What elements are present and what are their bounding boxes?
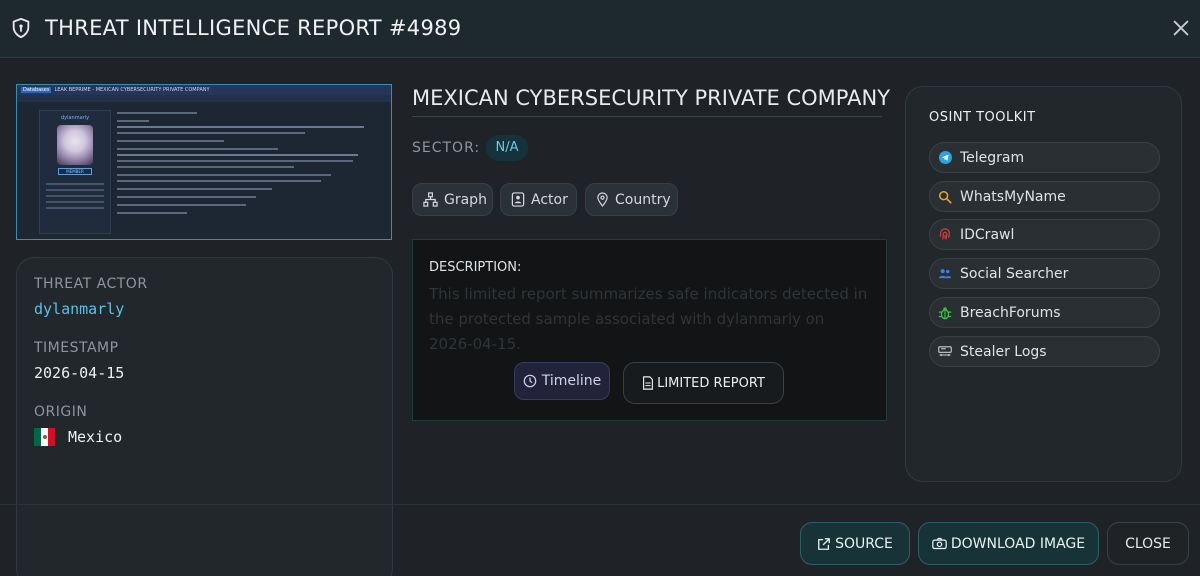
- tool-stealer-logs[interactable]: Stealer Logs: [929, 336, 1160, 367]
- download-image-label: DOWNLOAD IMAGE: [950, 535, 1086, 552]
- graph-label: Graph: [444, 191, 487, 208]
- graph-button[interactable]: Graph: [412, 183, 493, 216]
- forum-title-bar: Databases LEAK BEPRIME - MEXICAN CYBERSE…: [17, 85, 391, 95]
- forum-post-text: [117, 108, 385, 239]
- close-button[interactable]: CLOSE: [1107, 522, 1189, 565]
- forum-user-stats: [40, 175, 110, 217]
- close-label: CLOSE: [1125, 535, 1171, 552]
- telegram-icon: [938, 151, 952, 165]
- origin-label: ORIGIN: [34, 404, 88, 420]
- timeline-label: Timeline: [541, 373, 602, 389]
- camera-icon: [932, 537, 947, 550]
- country-button[interactable]: Country: [585, 183, 678, 216]
- document-icon: [643, 376, 654, 390]
- modal-header: THREAT INTELLIGENCE REPORT #4989: [0, 0, 1200, 58]
- country-label: Country: [615, 191, 671, 208]
- limited-report-button[interactable]: LIMITED REPORT: [623, 362, 784, 404]
- actor-icon: [511, 192, 525, 207]
- close-icon[interactable]: [1170, 17, 1192, 39]
- osint-toolkit-title: OSINT TOOLKIT: [929, 110, 1036, 125]
- actor-button[interactable]: Actor: [500, 183, 577, 216]
- tool-label: Social Searcher: [960, 265, 1069, 282]
- bug-icon: [938, 306, 952, 320]
- sector-label: SECTOR:: [412, 140, 481, 156]
- tool-label: Telegram: [960, 149, 1025, 166]
- external-link-icon: [818, 537, 830, 550]
- tool-idcrawl[interactable]: IDCrawl: [929, 219, 1160, 250]
- tool-label: BreachForums: [960, 304, 1061, 321]
- terminal-icon: [938, 345, 952, 359]
- people-icon: [938, 267, 952, 281]
- member-badge: MEMBER: [58, 168, 92, 175]
- source-button[interactable]: SOURCE: [800, 522, 910, 565]
- page-title: THREAT INTELLIGENCE REPORT #4989: [45, 16, 462, 40]
- magnifier-icon: [938, 190, 952, 204]
- timeline-button[interactable]: Timeline: [514, 362, 610, 400]
- avatar: [57, 125, 93, 165]
- description-text: This limited report summarizes safe indi…: [429, 285, 868, 353]
- mexico-flag-icon: [34, 428, 55, 446]
- tool-telegram[interactable]: Telegram: [929, 142, 1160, 173]
- timestamp-value: 2026-04-15: [34, 364, 125, 382]
- shield-icon: [12, 17, 30, 39]
- clock-icon: [523, 374, 537, 388]
- limited-report-label: LIMITED REPORT: [657, 375, 765, 391]
- forum-username: dylanmarly: [60, 115, 90, 121]
- forum-post-body: dylanmarly MEMBER: [17, 102, 391, 239]
- location-pin-icon: [597, 192, 608, 207]
- forum-tag: Databases: [21, 87, 52, 93]
- leak-screenshot-thumbnail[interactable]: Databases LEAK BEPRIME - MEXICAN CYBERSE…: [16, 84, 392, 240]
- tool-whatsmyname[interactable]: WhatsMyName: [929, 181, 1160, 212]
- tool-label: WhatsMyName: [960, 188, 1066, 205]
- tool-social-searcher[interactable]: Social Searcher: [929, 258, 1160, 289]
- source-label: SOURCE: [835, 535, 893, 552]
- sector-badge: N/A: [486, 135, 528, 161]
- fingerprint-icon: [938, 227, 952, 242]
- tool-label: Stealer Logs: [960, 343, 1047, 360]
- actor-label: Actor: [531, 191, 568, 208]
- threat-actor-label: THREAT ACTOR: [34, 276, 148, 292]
- forum-user-card: dylanmarly MEMBER: [39, 110, 111, 234]
- forum-subbar: [17, 95, 391, 102]
- timestamp-label: TIMESTAMP: [34, 340, 119, 356]
- threat-actor-value[interactable]: dylanmarly: [34, 300, 124, 318]
- origin-value: Mexico: [68, 428, 123, 446]
- download-image-button[interactable]: DOWNLOAD IMAGE: [918, 522, 1099, 565]
- report-title: MEXICAN CYBERSECURITY PRIVATE COMPANY: [412, 86, 890, 117]
- tool-label: IDCrawl: [960, 226, 1015, 243]
- description-label: DESCRIPTION:: [429, 260, 522, 275]
- tool-breachforums[interactable]: BreachForums: [929, 297, 1160, 328]
- forum-title: LEAK BEPRIME - MEXICAN CYBERSECURITY PRI…: [54, 87, 210, 93]
- graph-icon: [423, 192, 438, 207]
